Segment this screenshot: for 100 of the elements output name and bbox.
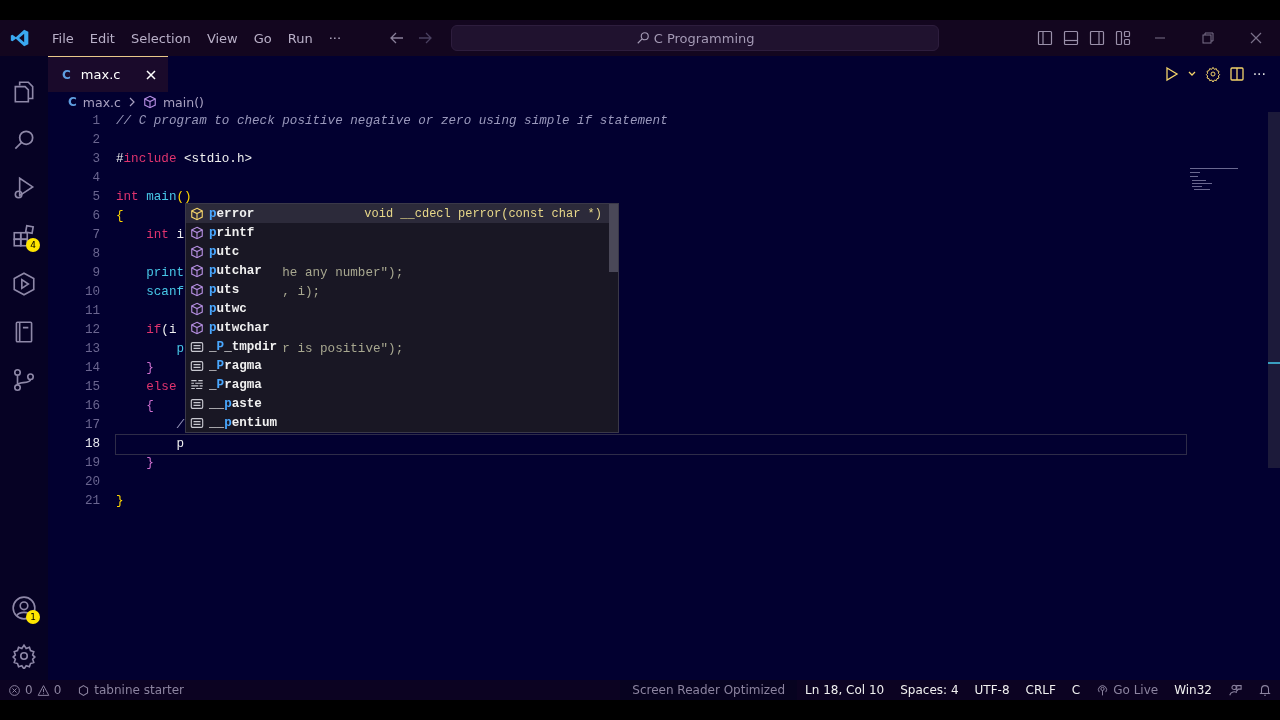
app-logo-icon[interactable] [10, 28, 30, 48]
suggestion-item[interactable]: putwc [186, 299, 251, 318]
back-arrow-icon[interactable] [389, 30, 406, 46]
suggestion-item[interactable]: putwchar [186, 318, 274, 337]
text-icon [190, 339, 204, 354]
status-item[interactable]: Ln 18, Col 10 [797, 680, 893, 700]
line-number: 8 [91, 246, 100, 263]
code-text: include [123, 151, 177, 168]
menu-item[interactable]: Go [245, 30, 280, 46]
code-text: int [145, 227, 169, 244]
panel-toggle-icon[interactable] [1063, 30, 1079, 46]
menu-item[interactable]: Run [279, 30, 321, 46]
tabnine-status[interactable]: tabnine starter [69, 683, 192, 697]
notification-badge: 4 [26, 238, 40, 252]
menu-item[interactable]: View [198, 30, 246, 46]
problems-indicator[interactable]: 0 0 [0, 683, 70, 697]
editor-tab[interactable]: C max.c [48, 56, 168, 92]
suggestion-item[interactable]: __pentium [186, 413, 282, 432]
cursor-marker [1268, 362, 1280, 364]
faded-code-text: , i); [282, 284, 321, 301]
cube-icon [190, 206, 204, 221]
restore-icon[interactable] [1201, 31, 1215, 45]
text-icon [190, 358, 204, 373]
status-item[interactable]: Screen Reader Optimized [620, 680, 798, 700]
suggestion-item[interactable]: putc [186, 242, 244, 261]
line-number: 1 [91, 113, 100, 130]
feedback-icon[interactable] [1228, 683, 1242, 697]
extensions-icon[interactable] [11, 223, 37, 249]
line-number: 11 [83, 303, 100, 320]
code-text: p [175, 341, 185, 358]
snippet-icon [190, 377, 204, 392]
status-item[interactable]: C [1063, 680, 1089, 700]
breadcrumb-item[interactable]: max.c [82, 94, 121, 110]
source-control-icon[interactable] [11, 367, 37, 393]
code-text: { [145, 398, 154, 415]
suggestion-item[interactable]: putchar [186, 261, 266, 280]
c-file-icon: C [68, 95, 77, 109]
line-number: 16 [83, 398, 100, 415]
secondary-sidebar-icon[interactable] [1089, 30, 1105, 46]
cube-icon [190, 282, 204, 297]
command-search-field[interactable]: C Programming [451, 25, 940, 51]
cube-icon [190, 244, 204, 259]
status-item[interactable]: UTF-8 [966, 680, 1018, 700]
breadcrumb-item[interactable]: main() [162, 94, 204, 110]
close-icon[interactable] [144, 67, 158, 82]
status-item[interactable]: Go Live [1088, 680, 1167, 700]
code-text: } [145, 455, 154, 472]
layout-icon[interactable] [1115, 30, 1131, 46]
line-number: 3 [91, 151, 100, 168]
notification-badge: 1 [26, 610, 40, 624]
faded-code-text: r is positive"); [282, 341, 404, 358]
suggestion-item[interactable]: printf [186, 223, 259, 242]
code-text: if [145, 322, 162, 339]
account-icon[interactable] [11, 595, 37, 621]
code-text: } [145, 360, 154, 377]
scrollbar-thumb[interactable] [609, 204, 618, 272]
broadcast-icon [1096, 683, 1110, 697]
code-text: print [145, 265, 185, 282]
line-number: 6 [91, 208, 100, 225]
bell-icon[interactable] [1258, 683, 1272, 697]
code-text: (i [161, 322, 177, 339]
minimap-drawing[interactable] [1190, 168, 1240, 192]
code-text: / [175, 417, 185, 434]
suggestion-item[interactable]: _Pragma [186, 356, 266, 375]
suggestion-item[interactable]: _P_tmpdir [186, 337, 282, 356]
cube-icon [190, 301, 204, 316]
suggestion-item[interactable]: _Pragma [186, 375, 266, 394]
status-item[interactable]: CRLF [1017, 680, 1064, 700]
more-actions-button[interactable]: ··· [1252, 66, 1266, 82]
cube-icon [190, 320, 204, 335]
scrollbar-track[interactable] [1268, 112, 1280, 468]
line-number: 19 [83, 455, 100, 472]
hexagon-play-icon[interactable] [11, 271, 37, 297]
settings-icon[interactable] [11, 643, 37, 669]
menu-item[interactable]: Selection [122, 30, 199, 46]
menu-item[interactable]: Edit [81, 30, 123, 46]
status-item[interactable]: Win32 [1166, 680, 1220, 700]
code-text: p [175, 436, 185, 453]
menu-item[interactable]: File [44, 30, 82, 46]
suggestion-item[interactable]: puts [186, 280, 244, 299]
code-text: <stdio.h> [183, 151, 253, 168]
code-text: scanf [145, 284, 185, 301]
line-number: 13 [83, 341, 100, 358]
cube-icon [190, 225, 204, 240]
more-menu[interactable]: ··· [320, 30, 350, 46]
faded-code-text: he any number"); [282, 265, 404, 282]
line-number: 10 [83, 284, 100, 301]
code-text: } [116, 493, 124, 510]
line-number: 4 [91, 170, 100, 187]
code-text: # [116, 151, 124, 168]
code-text: () [176, 189, 192, 206]
line-number: 18 [83, 436, 100, 453]
split-editor-icon[interactable] [1228, 66, 1245, 82]
line-number: 7 [91, 227, 100, 244]
hexagon-icon [77, 683, 91, 697]
suggestion-item[interactable]: __paste [186, 394, 266, 413]
sidebar-toggle-icon[interactable] [1037, 30, 1053, 46]
line-number: 20 [83, 474, 100, 491]
code-text: int [116, 189, 139, 206]
status-item[interactable]: Spaces: 4 [892, 680, 967, 700]
